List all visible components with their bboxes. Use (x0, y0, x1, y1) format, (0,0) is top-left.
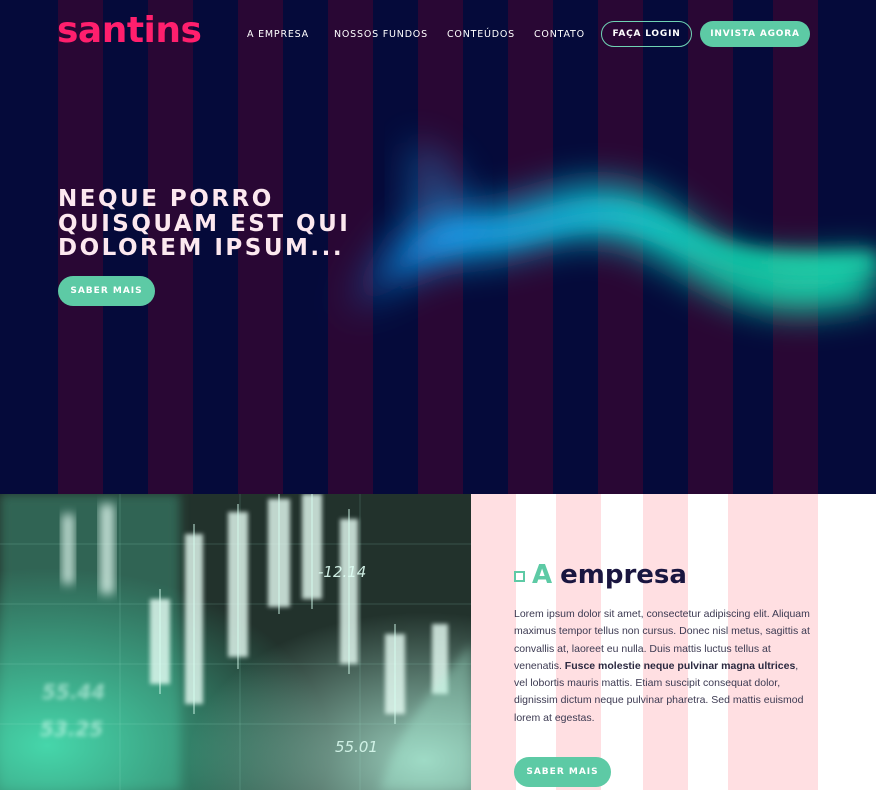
login-button[interactable]: FAÇA LOGIN (601, 21, 692, 47)
about-text-bold: Fusce molestie neque pulvinar magna ultr… (564, 659, 796, 672)
finance-number-3: 53.25 (40, 717, 103, 741)
about-heading-rest: empresa (560, 560, 687, 590)
about-section: A empresa Lorem ipsum dolor sit amet, co… (471, 494, 876, 790)
finance-chart-image: -12.14 55.44 53.25 55.01 (0, 494, 471, 790)
hero-learn-more-button[interactable]: SABER MAIS (58, 276, 155, 306)
about-paragraph: Lorem ipsum dolor sit amet, consectetur … (514, 606, 811, 727)
nav-item-contato[interactable]: CONTATO (534, 29, 585, 40)
finance-number-1: -12.14 (318, 563, 366, 581)
hero-section: santins A EMPRESA NOSSOS FUNDOS CONTEÚDO… (0, 0, 876, 494)
brand-logo[interactable]: santins (57, 10, 202, 51)
invest-now-button[interactable]: INVISTA AGORA (700, 21, 810, 47)
hero-title: NEQUE PORRO QUISQUAM EST QUI DOLOREM IPS… (58, 186, 351, 261)
nav-item-a-empresa[interactable]: A EMPRESA (247, 29, 309, 40)
nav-item-conteudos[interactable]: CONTEÚDOS (447, 29, 515, 40)
about-heading-accent: A (532, 560, 553, 590)
about-learn-more-button[interactable]: SABER MAIS (514, 757, 611, 787)
finance-number-2: 55.44 (42, 680, 105, 704)
nav-item-nossos-fundos[interactable]: NOSSOS FUNDOS (334, 29, 428, 40)
finance-number-4: 55.01 (335, 738, 378, 756)
about-heading: A empresa (514, 560, 687, 590)
square-outline-icon (514, 570, 525, 582)
finance-graphic: -12.14 55.44 53.25 55.01 (0, 494, 471, 790)
